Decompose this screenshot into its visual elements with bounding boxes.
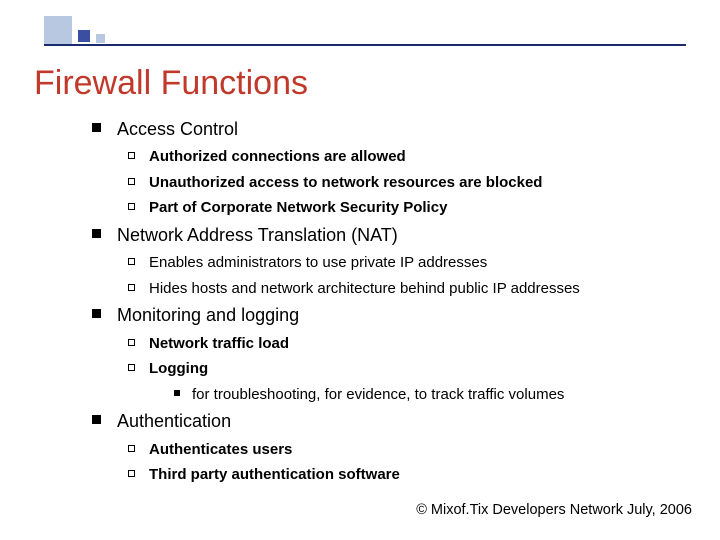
list-item-text: Third party authentication software: [149, 465, 400, 485]
bullet-hollow-icon: [128, 470, 135, 477]
slide-title: Firewall Functions: [34, 64, 308, 103]
slide-body: Access Control Authorized connections ar…: [92, 112, 700, 487]
list-item: Unauthorized access to network resources…: [128, 173, 700, 193]
list-item-text: Network traffic load: [149, 334, 289, 354]
bullet-hollow-icon: [128, 284, 135, 291]
list-item-text: Part of Corporate Network Security Polic…: [149, 198, 447, 218]
bullet-hollow-icon: [128, 152, 135, 159]
bullet-hollow-icon: [128, 364, 135, 371]
list-item: Authorized connections are allowed: [128, 147, 700, 167]
footer-copyright: © Mixof.Tix Developers Network July, 200…: [416, 502, 692, 518]
section-heading-text: Authentication: [117, 410, 231, 433]
list-item-text: Hides hosts and network architecture beh…: [149, 279, 580, 299]
list-item: Network traffic load: [128, 334, 700, 354]
section-heading: Network Address Translation (NAT): [92, 224, 700, 247]
bullet-hollow-icon: [128, 178, 135, 185]
sub-list-item-text: for troubleshooting, for evidence, to tr…: [192, 385, 564, 405]
bullet-solid-icon: [92, 415, 101, 424]
list-item: Third party authentication software: [128, 465, 700, 485]
bullet-hollow-icon: [128, 203, 135, 210]
list-item: Enables administrators to use private IP…: [128, 253, 700, 273]
deco-small-square-1: [78, 30, 90, 42]
bullet-solid-icon: [92, 229, 101, 238]
deco-small-square-2: [96, 34, 105, 43]
list-item-text: Authorized connections are allowed: [149, 147, 406, 167]
header-decoration: [44, 12, 686, 46]
section-heading-text: Access Control: [117, 118, 238, 141]
list-item-text: Enables administrators to use private IP…: [149, 253, 487, 273]
section-heading-text: Monitoring and logging: [117, 304, 299, 327]
list-item-text: Unauthorized access to network resources…: [149, 173, 542, 193]
section-heading: Authentication: [92, 410, 700, 433]
section-heading-text: Network Address Translation (NAT): [117, 224, 398, 247]
header-rule: [44, 44, 686, 46]
bullet-hollow-icon: [128, 445, 135, 452]
bullet-hollow-icon: [128, 339, 135, 346]
sub-list-item: for troubleshooting, for evidence, to tr…: [174, 385, 700, 405]
list-item: Authenticates users: [128, 440, 700, 460]
list-item: Hides hosts and network architecture beh…: [128, 279, 700, 299]
list-item-text: Authenticates users: [149, 440, 292, 460]
section-heading: Access Control: [92, 118, 700, 141]
bullet-hollow-icon: [128, 258, 135, 265]
deco-large-square: [44, 16, 72, 44]
bullet-small-icon: [174, 390, 180, 396]
list-item: Logging: [128, 359, 700, 379]
list-item: Part of Corporate Network Security Polic…: [128, 198, 700, 218]
section-heading: Monitoring and logging: [92, 304, 700, 327]
bullet-solid-icon: [92, 309, 101, 318]
list-item-text: Logging: [149, 359, 208, 379]
bullet-solid-icon: [92, 123, 101, 132]
